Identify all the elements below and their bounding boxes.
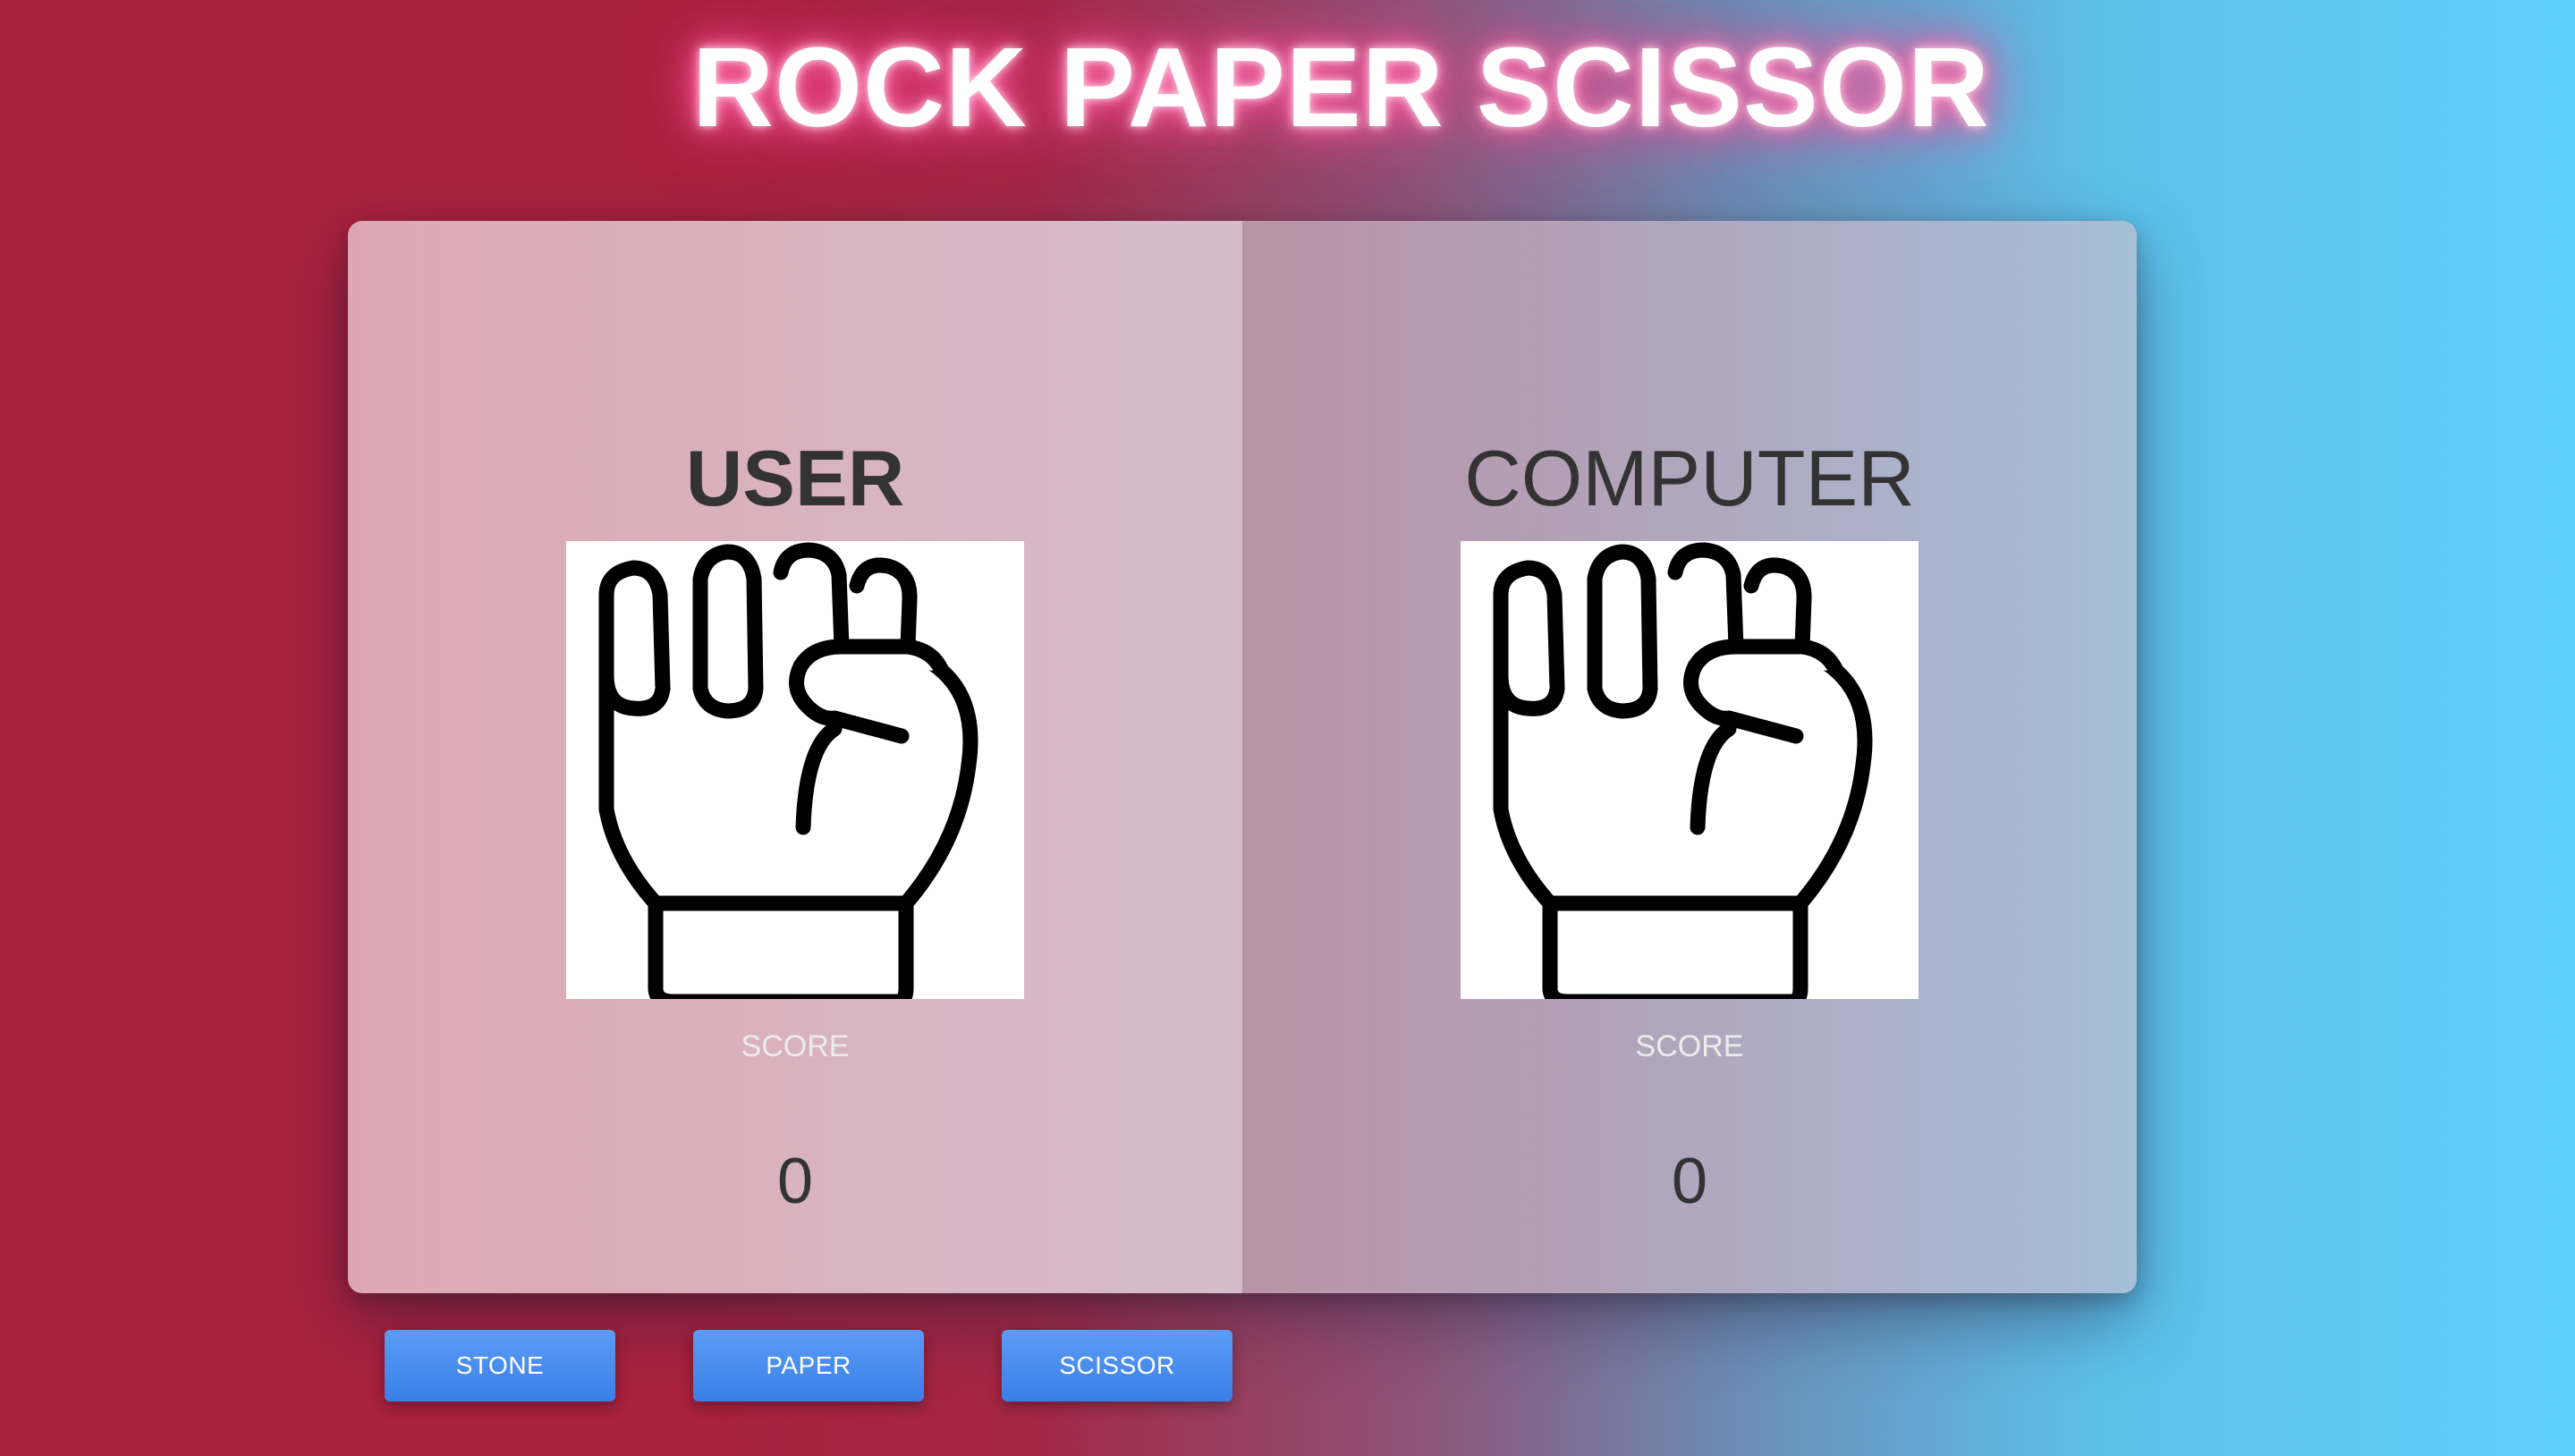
stone-button[interactable]: STONE xyxy=(385,1330,615,1401)
computer-score-value: 0 xyxy=(1671,1146,1708,1217)
computer-label: COMPUTER xyxy=(1464,434,1915,522)
user-panel: USER SCORE 0 xyxy=(348,221,1242,1293)
user-score-label: SCORE xyxy=(741,1029,850,1063)
rock-fist-icon xyxy=(1493,542,1873,999)
user-choice-image xyxy=(566,541,1024,999)
computer-panel: COMPUTER SCORE 0 xyxy=(1242,221,2137,1293)
user-label: USER xyxy=(685,434,905,522)
rock-fist-icon xyxy=(598,542,978,999)
game-board: USER SCORE 0 COMPUTER SCORE 0 xyxy=(348,221,2137,1293)
computer-choice-image xyxy=(1461,541,1919,999)
paper-button[interactable]: PAPER xyxy=(693,1330,924,1401)
computer-score-label: SCORE xyxy=(1635,1029,1744,1063)
game-title: ROCK PAPER SCISSOR xyxy=(692,24,1990,150)
user-score-value: 0 xyxy=(776,1146,814,1217)
scissor-button[interactable]: SCISSOR xyxy=(1002,1330,1232,1401)
